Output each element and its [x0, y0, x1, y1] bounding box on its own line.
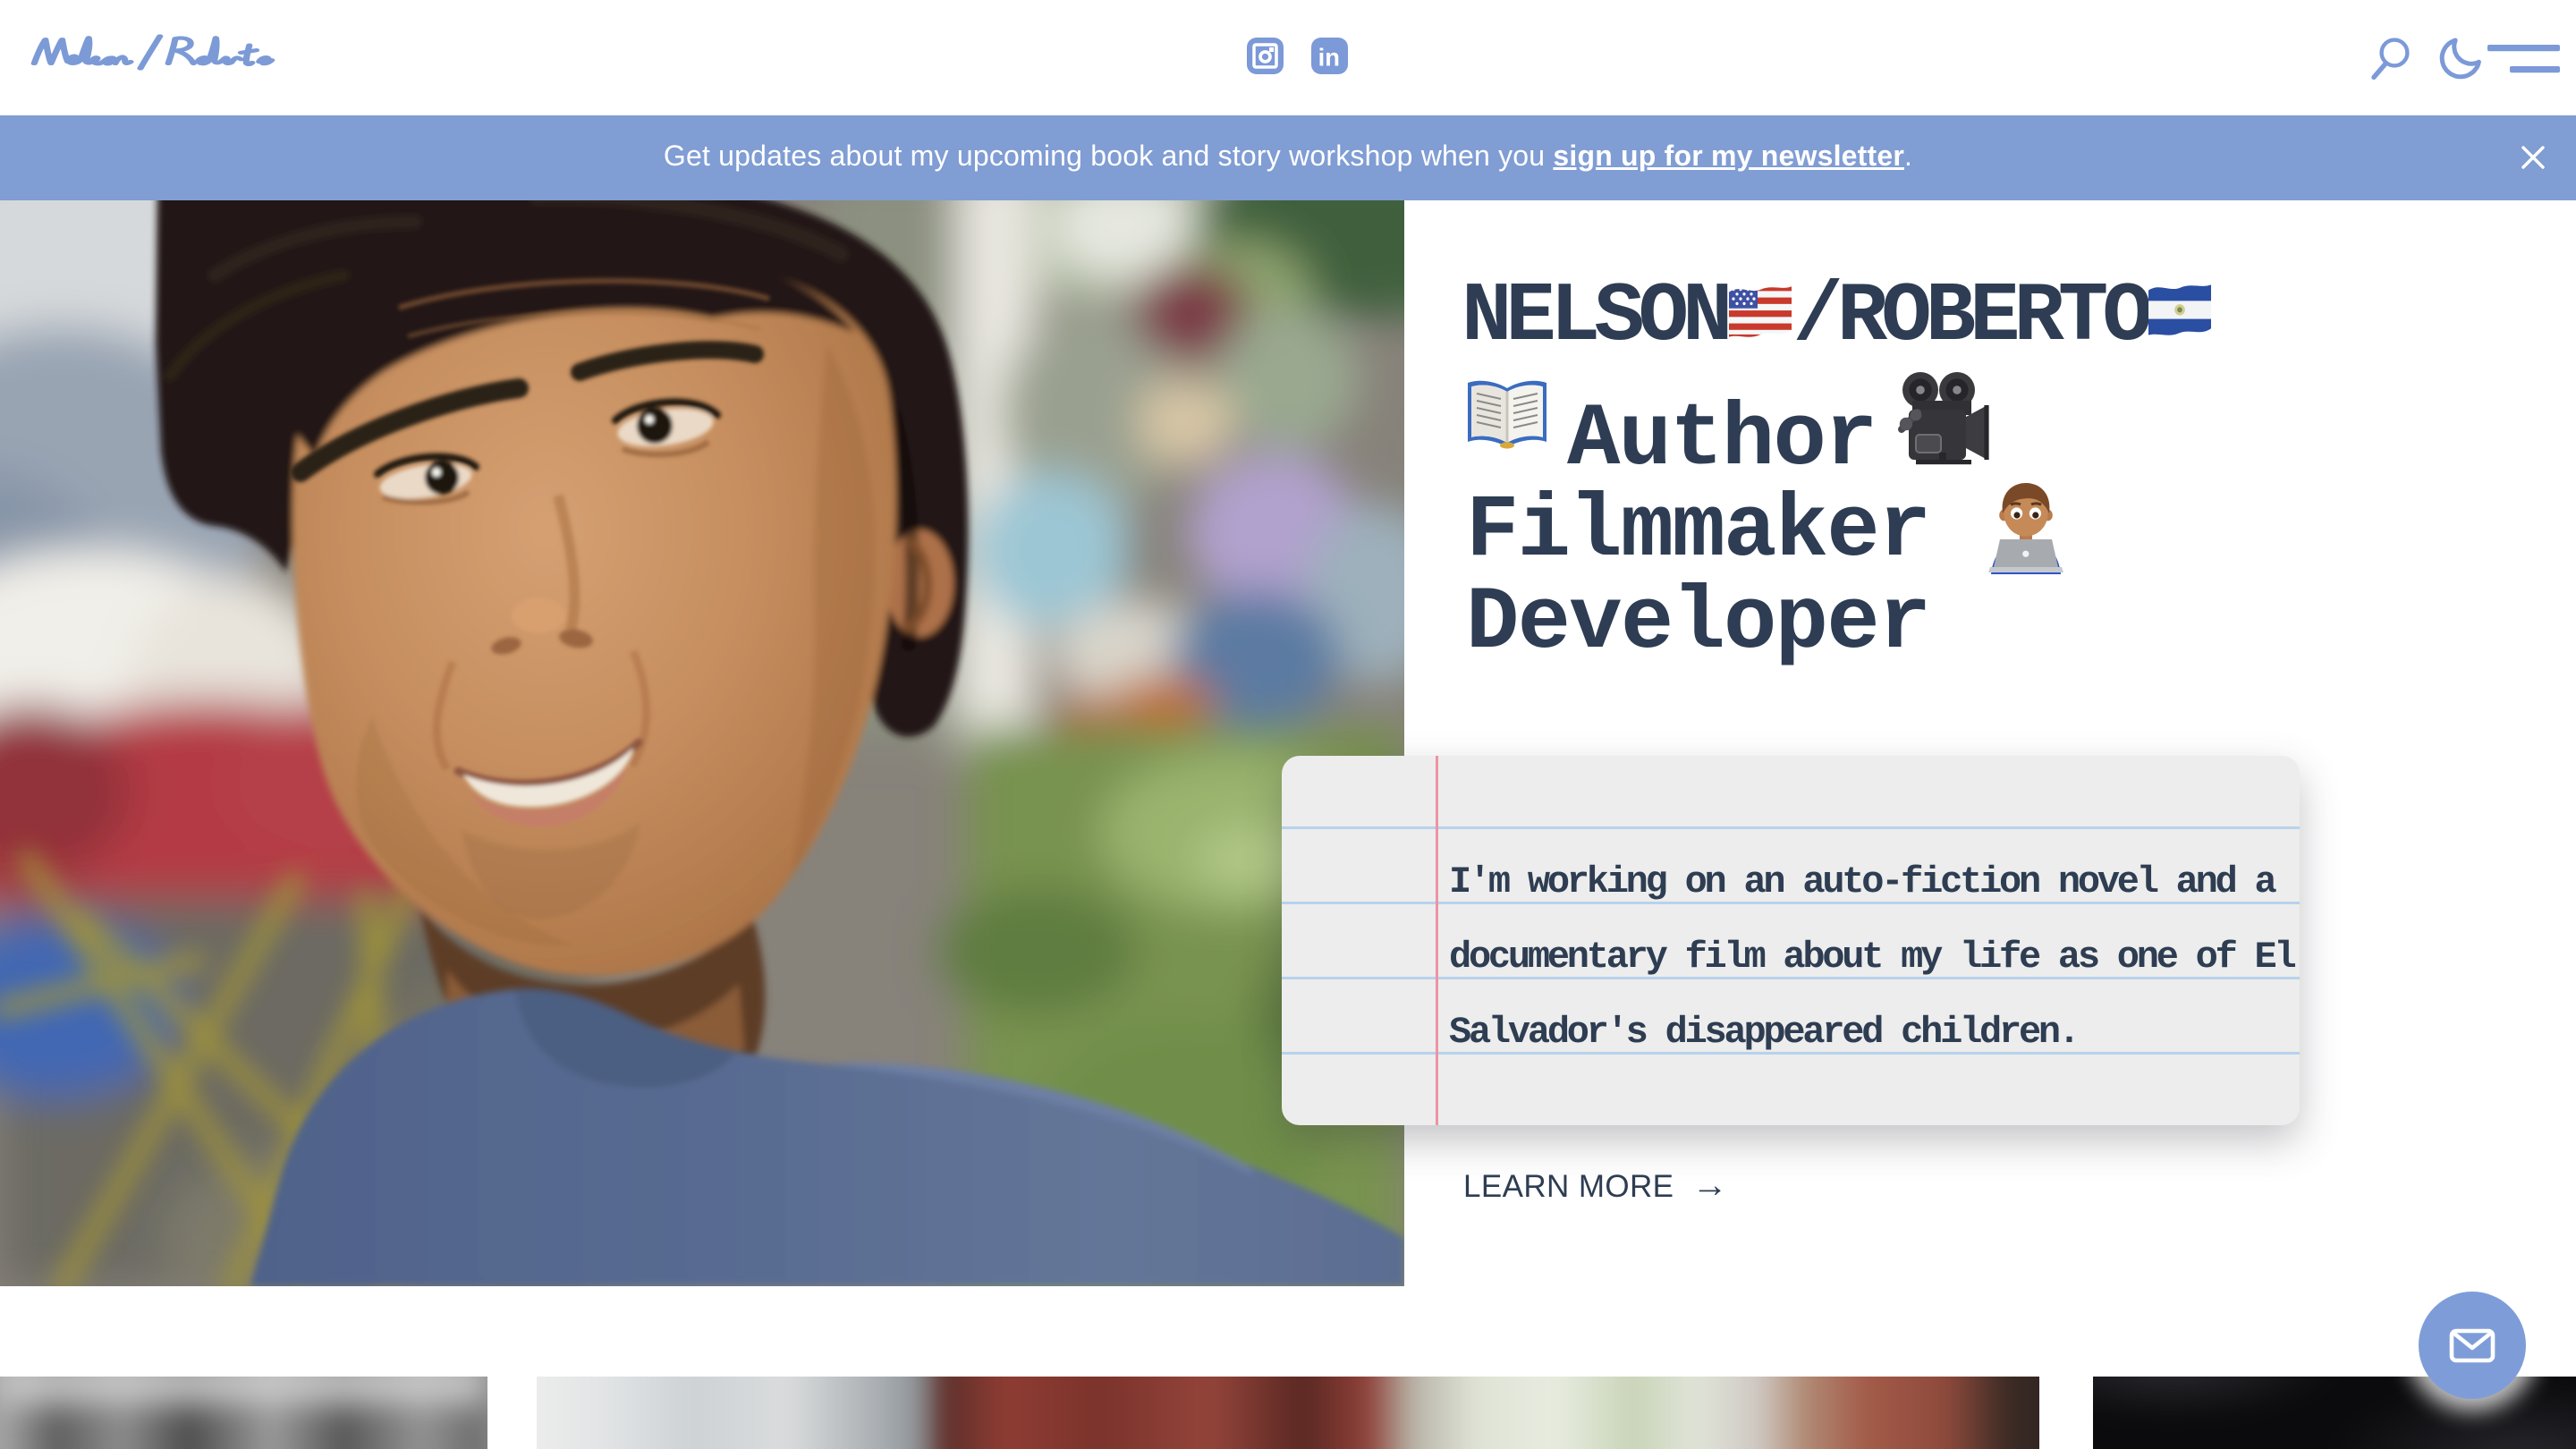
svg-text:in: in	[1318, 44, 1340, 72]
